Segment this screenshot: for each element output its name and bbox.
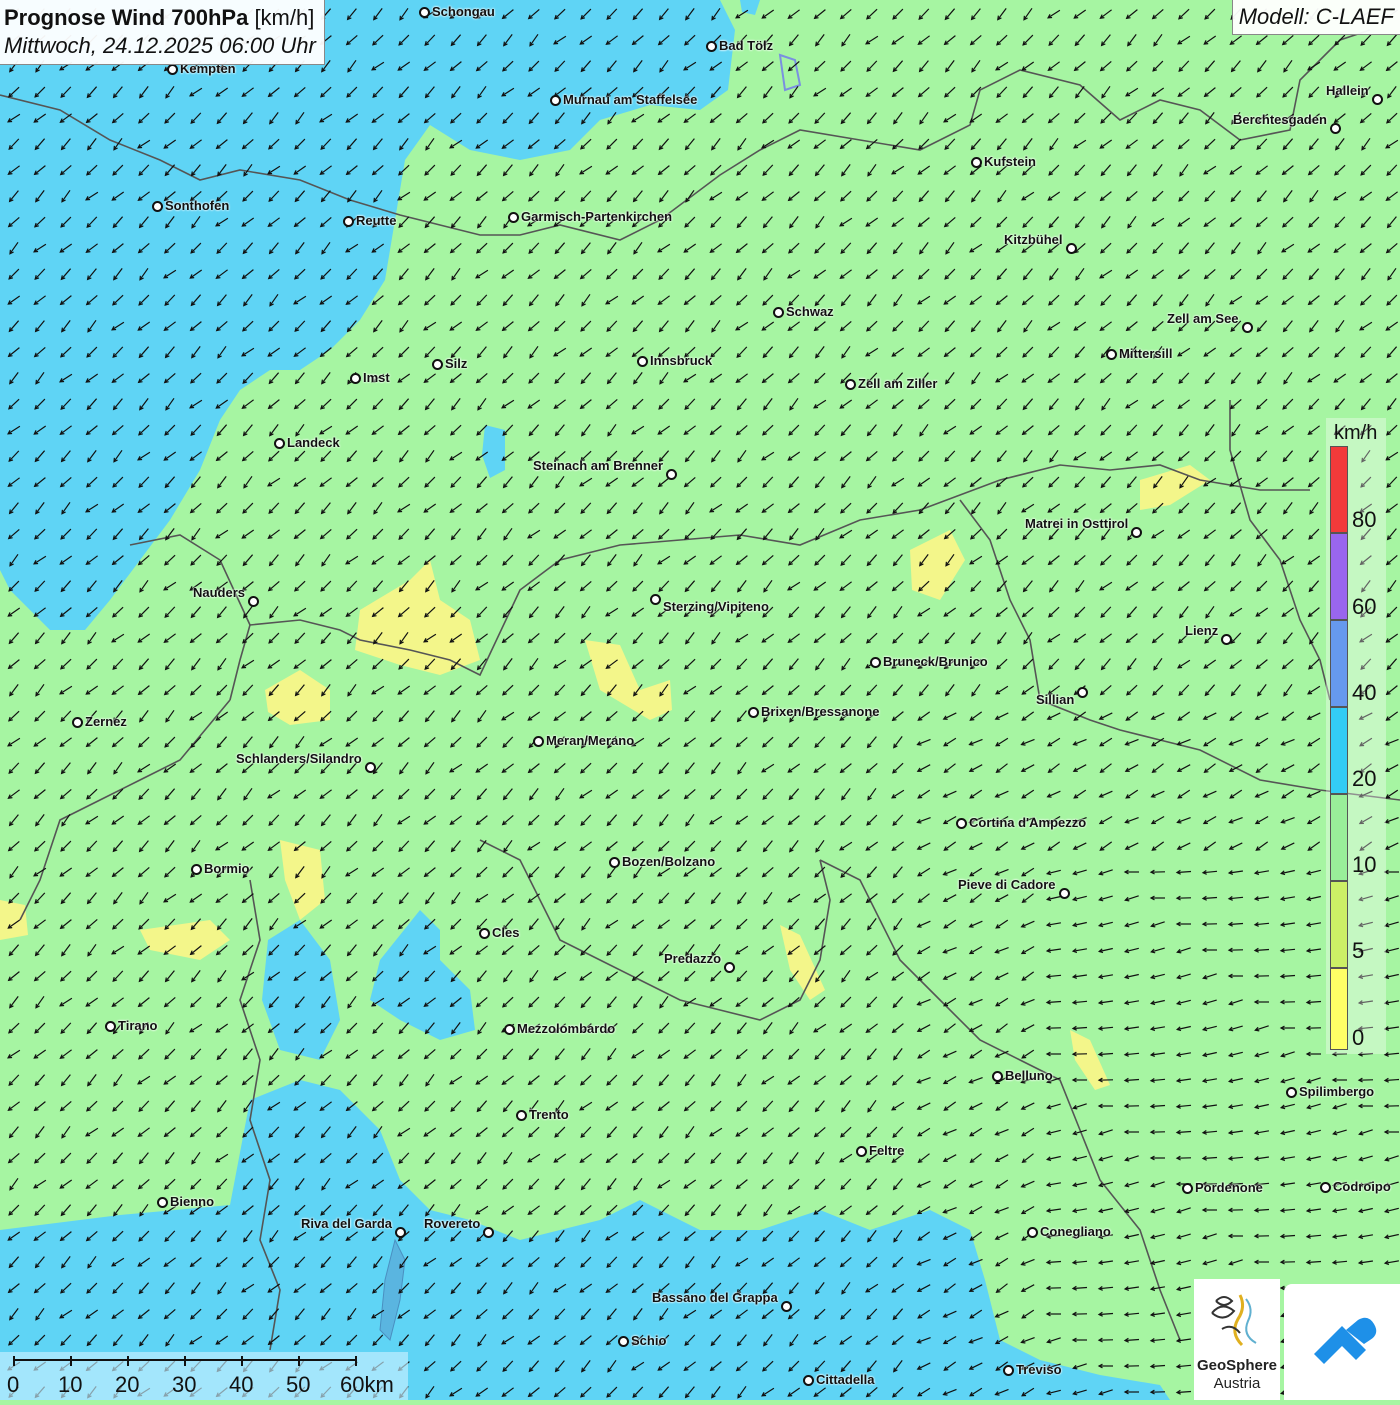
wind-zone-0-5-10 <box>0 900 28 940</box>
